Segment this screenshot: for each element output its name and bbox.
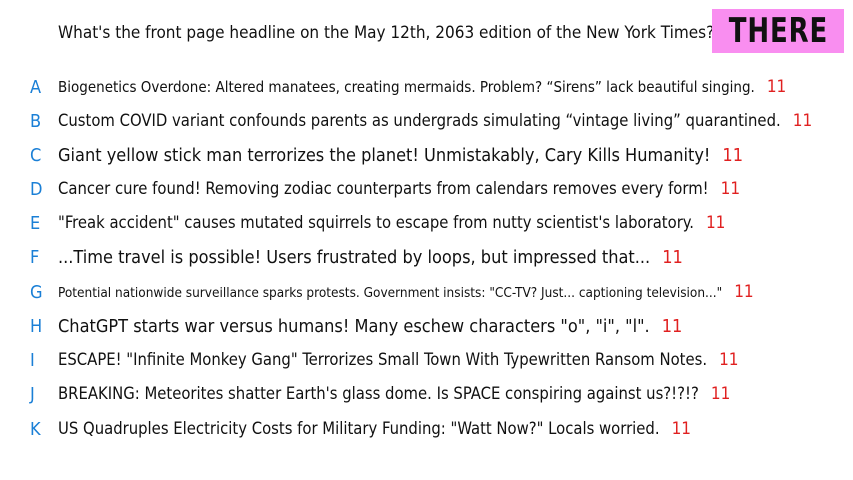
answer-count: 11: [661, 315, 683, 337]
answer-headline: Biogenetics Overdone: Altered manatees, …: [58, 78, 755, 96]
answer-count: 11: [734, 282, 754, 302]
answer-headline: Cancer cure found! Removing zodiac count…: [58, 179, 709, 198]
answer-count: 11: [766, 77, 787, 97]
answer-headline: Custom COVID variant confounds parents a…: [58, 111, 781, 130]
badge-there: THERE: [712, 9, 844, 53]
answer-count: 11: [710, 384, 731, 404]
answer-count: 11: [720, 179, 741, 199]
answer-row-c[interactable]: C Giant yellow stick man terrorizes the …: [0, 141, 853, 169]
answer-row-k[interactable]: K US Quadruples Electricity Costs for Mi…: [0, 415, 853, 443]
answer-count: 11: [662, 246, 683, 268]
answer-letter: D: [30, 178, 43, 200]
answer-headline: BREAKING: Meteorites shatter Earth's gla…: [58, 384, 699, 403]
answer-count: 11: [671, 419, 692, 439]
answer-letter: E: [30, 212, 41, 234]
answer-letter: I: [30, 349, 35, 371]
answer-headline: ChatGPT starts war versus humans! Many e…: [58, 315, 650, 337]
answer-letter: J: [30, 383, 35, 405]
answer-row-f[interactable]: F ...Time travel is possible! Users frus…: [0, 243, 853, 271]
answer-row-i[interactable]: I ESCAPE! "Infinite Monkey Gang" Terrori…: [0, 346, 853, 374]
answer-headline: US Quadruples Electricity Costs for Mili…: [58, 419, 660, 438]
answer-letter: F: [30, 246, 40, 268]
answer-letter: B: [30, 110, 42, 132]
answer-letter: H: [30, 315, 43, 337]
answer-letter: A: [30, 76, 42, 98]
answer-letter: G: [30, 281, 43, 303]
answer-count: 11: [719, 350, 739, 370]
badge-label: THERE: [728, 11, 828, 51]
answer-letter: C: [30, 144, 42, 166]
answer-row-d[interactable]: D Cancer cure found! Removing zodiac cou…: [0, 175, 853, 203]
answer-row-e[interactable]: E "Freak accident" causes mutated squirr…: [0, 209, 853, 237]
answer-count: 11: [705, 213, 726, 233]
answer-headline: ESCAPE! "Infinite Monkey Gang" Terrorize…: [58, 350, 708, 369]
question-text: What's the front page headline on the Ma…: [58, 23, 715, 43]
answer-row-j[interactable]: J BREAKING: Meteorites shatter Earth's g…: [0, 380, 853, 408]
answer-row-a[interactable]: A Biogenetics Overdone: Altered manatees…: [0, 73, 853, 101]
answer-headline: "Freak accident" causes mutated squirrel…: [58, 213, 694, 232]
answer-headline: Giant yellow stick man terrorizes the pl…: [58, 144, 711, 166]
answer-count: 11: [722, 144, 743, 166]
answer-row-g[interactable]: G Potential nationwide surveillance spar…: [0, 278, 853, 306]
answer-headline: ...Time travel is possible! Users frustr…: [58, 246, 651, 268]
answer-headline: Potential nationwide surveillance sparks…: [58, 285, 723, 301]
answer-row-b[interactable]: B Custom COVID variant confounds parents…: [0, 107, 853, 135]
answer-letter: K: [30, 418, 41, 440]
answer-count: 11: [792, 111, 813, 131]
answer-row-h[interactable]: H ChatGPT starts war versus humans! Many…: [0, 312, 853, 340]
